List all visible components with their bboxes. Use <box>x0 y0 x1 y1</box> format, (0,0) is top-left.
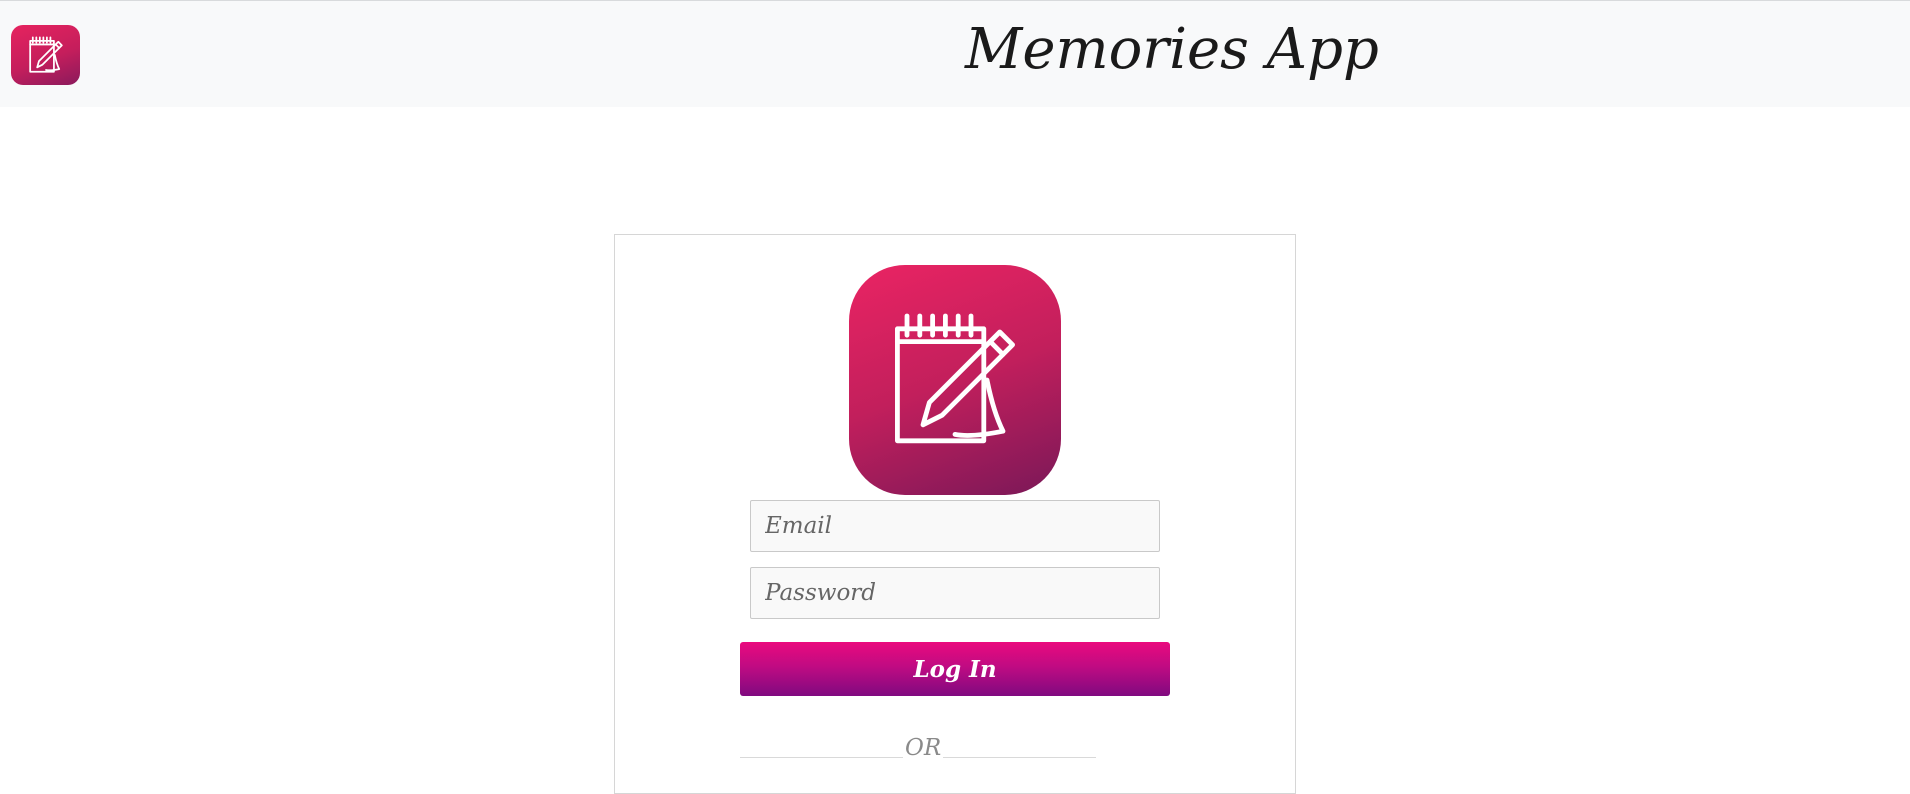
or-label: OR <box>903 733 944 763</box>
notepad-pen-icon <box>28 36 63 73</box>
top-navbar: Memories App <box>0 0 1910 107</box>
notepad-pen-icon <box>895 313 1015 444</box>
password-field[interactable] <box>750 567 1160 619</box>
app-title: Memories App <box>965 17 1379 82</box>
app-logo <box>849 265 1061 495</box>
login-button[interactable]: Log In <box>740 642 1170 696</box>
nav-logo[interactable] <box>11 25 80 85</box>
email-field[interactable] <box>750 500 1160 552</box>
